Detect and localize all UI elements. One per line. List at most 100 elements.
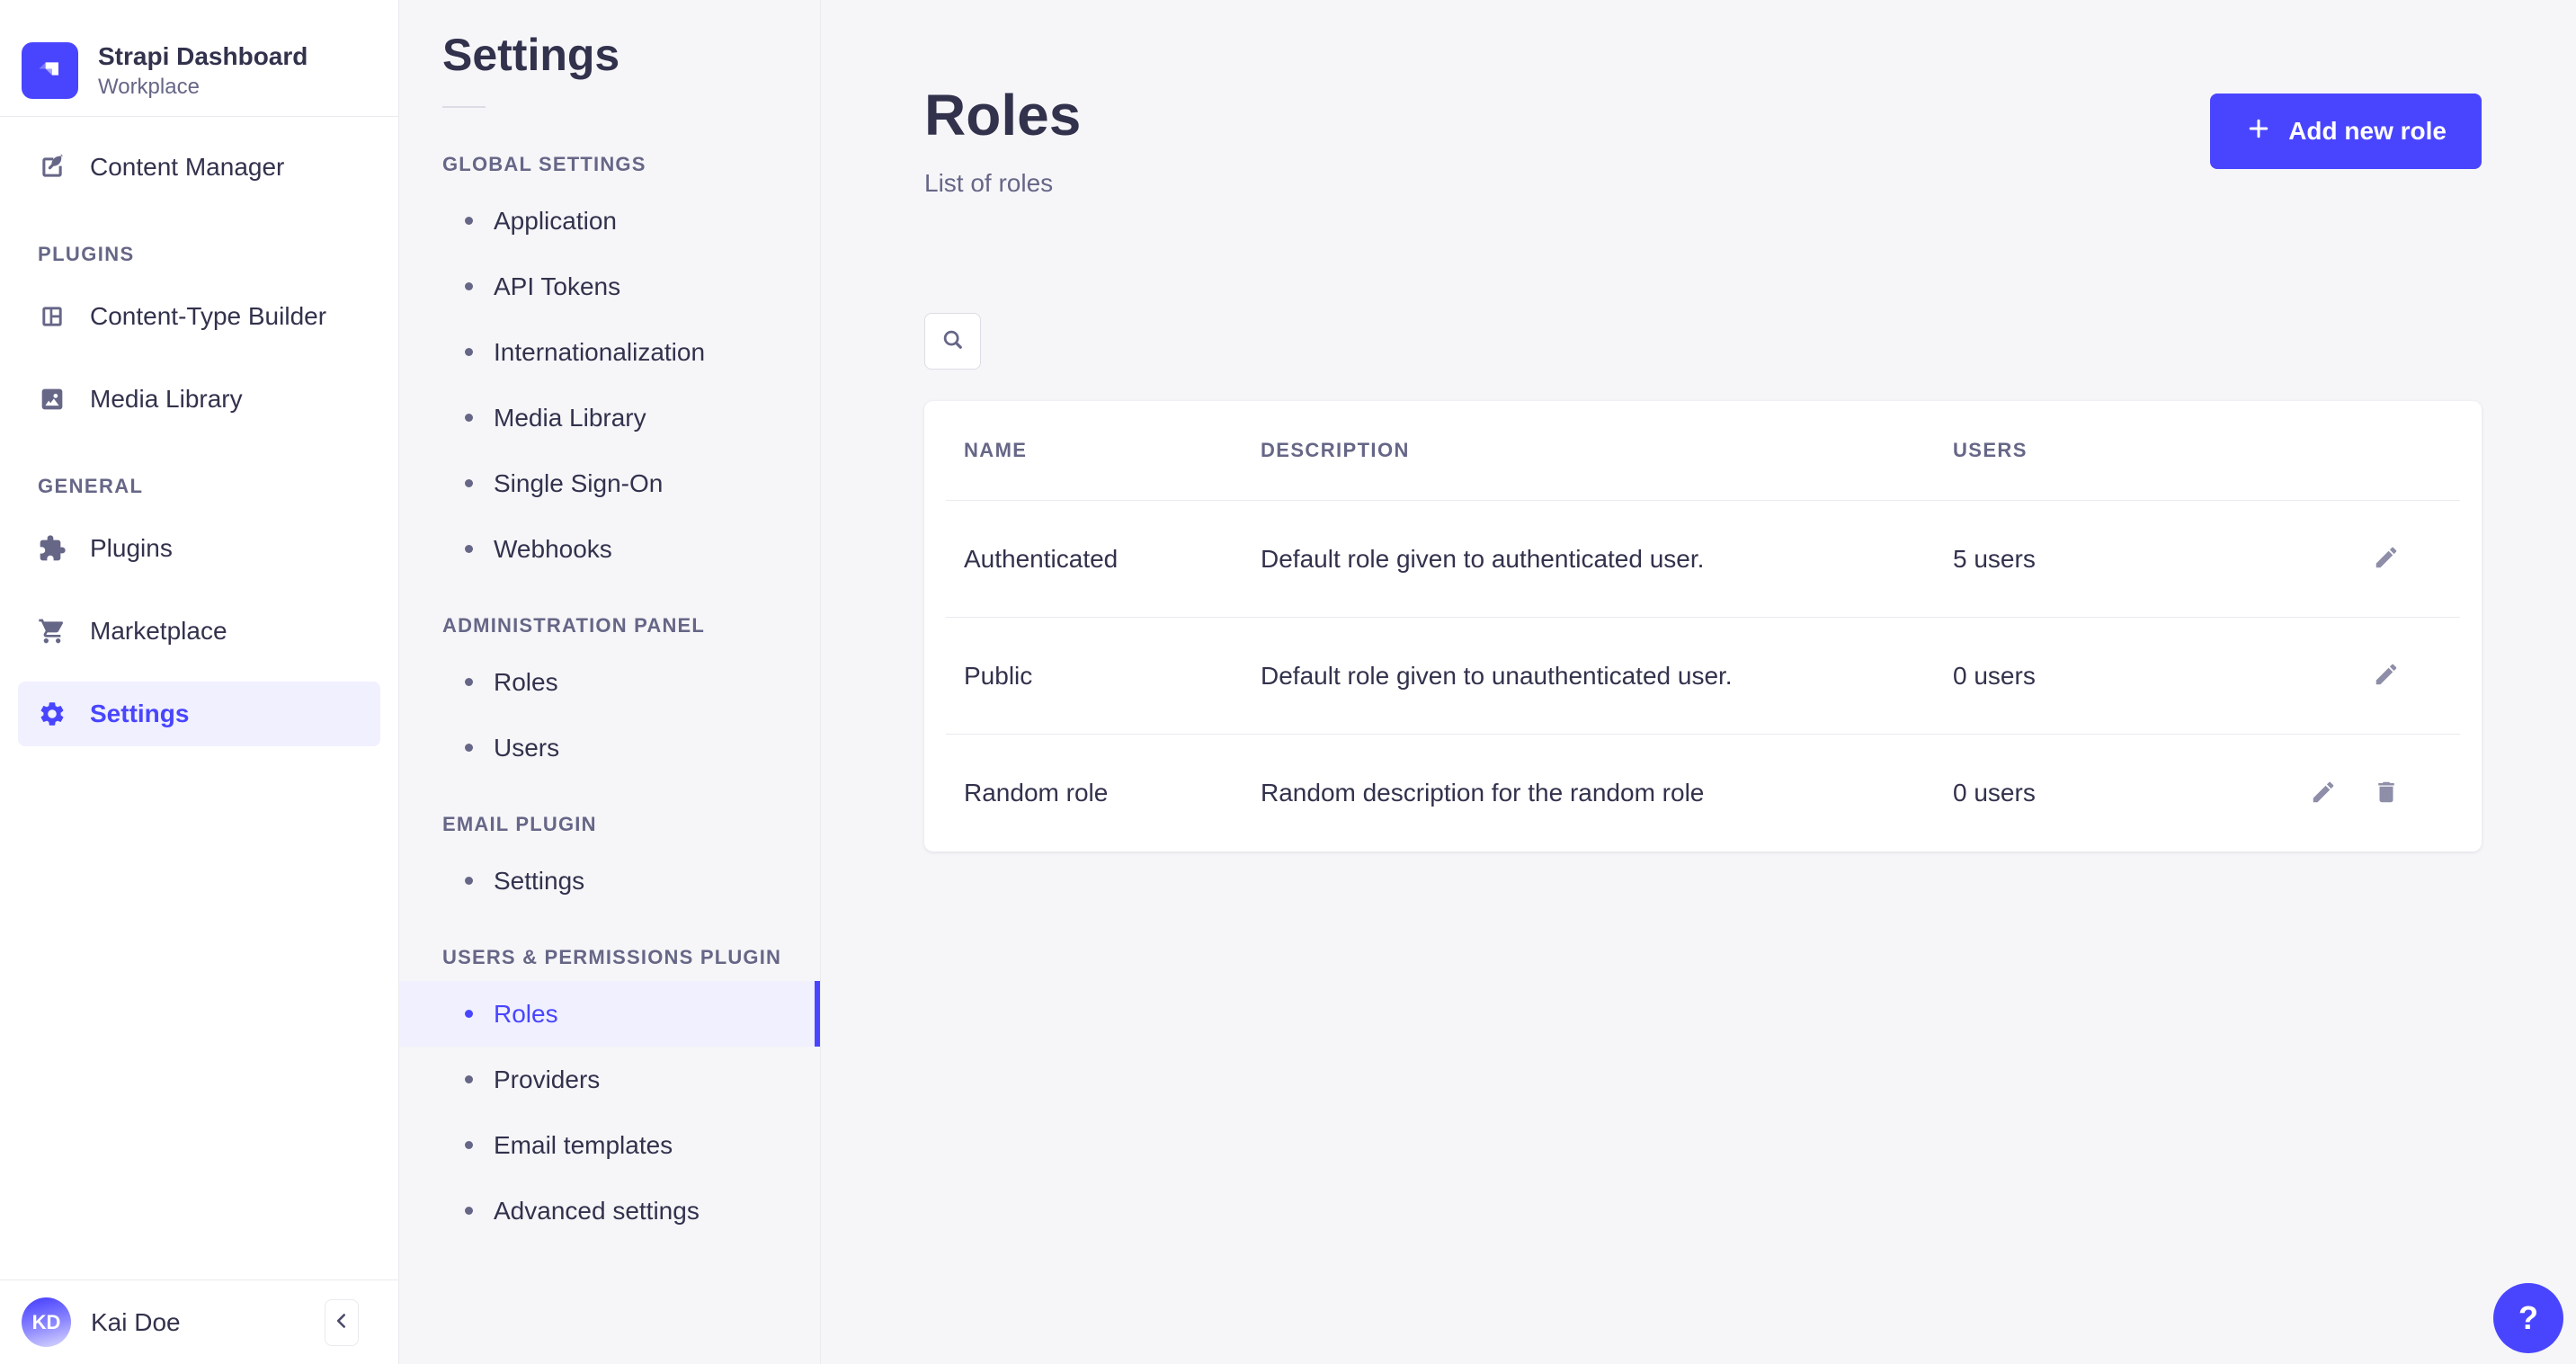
- main-sidebar: Strapi Dashboard Workplace Content Manag…: [0, 0, 399, 1364]
- gear-icon: [38, 700, 67, 728]
- subnav-section-users-permissions: USERS & PERMISSIONS PLUGIN Roles Provide…: [399, 946, 820, 1244]
- section-label-general: GENERAL: [38, 475, 380, 498]
- subnav-item-up-advanced-settings[interactable]: Advanced settings: [399, 1178, 820, 1244]
- pencil-icon: [2373, 661, 2400, 691]
- layout-grid-icon: [38, 302, 67, 331]
- subnav-section-label: EMAIL PLUGIN: [399, 813, 820, 836]
- pencil-icon: [2373, 544, 2400, 574]
- sidebar-item-content-type-builder[interactable]: Content-Type Builder: [18, 284, 380, 349]
- add-new-role-label: Add new role: [2288, 117, 2447, 146]
- sidebar-footer: KD Kai Doe: [0, 1279, 398, 1364]
- subnav-section-label: GLOBAL SETTINGS: [399, 153, 820, 176]
- subnav-item-up-email-templates[interactable]: Email templates: [399, 1112, 820, 1178]
- sidebar-item-content-manager[interactable]: Content Manager: [18, 135, 380, 200]
- add-new-role-button[interactable]: Add new role: [2210, 94, 2482, 169]
- sidebar-item-label: Content-Type Builder: [90, 302, 326, 331]
- user-name: Kai Doe: [91, 1308, 181, 1337]
- bullet-icon: [465, 348, 473, 356]
- content-area: Roles List of roles Add new role NAME DE…: [821, 0, 2576, 1364]
- role-name-cell: Random role: [964, 779, 1261, 807]
- column-header-description: DESCRIPTION: [1261, 439, 1953, 462]
- pen-square-icon: [38, 153, 67, 182]
- sidebar-item-plugins[interactable]: Plugins: [18, 516, 380, 581]
- subnav-item-api-tokens[interactable]: API Tokens: [399, 254, 820, 319]
- avatar[interactable]: KD: [22, 1297, 71, 1347]
- subnav-item-single-sign-on[interactable]: Single Sign-On: [399, 450, 820, 516]
- subnav-item-admin-users[interactable]: Users: [399, 715, 820, 780]
- sidebar-item-label: Settings: [90, 700, 189, 728]
- subnav-item-media-library[interactable]: Media Library: [399, 385, 820, 450]
- collapse-sidebar-button[interactable]: [325, 1299, 359, 1346]
- role-users-cell: 0 users: [1953, 662, 2253, 691]
- edit-role-button[interactable]: [2372, 545, 2401, 574]
- chevron-left-icon: [330, 1309, 353, 1335]
- workspace-subtitle: Workplace: [98, 75, 308, 100]
- bullet-icon: [465, 678, 473, 686]
- table-row-public[interactable]: Public Default role given to unauthentic…: [946, 618, 2460, 735]
- sidebar-item-marketplace[interactable]: Marketplace: [18, 599, 380, 664]
- subnav-item-up-providers[interactable]: Providers: [399, 1047, 820, 1112]
- bullet-icon: [465, 1075, 473, 1083]
- subnav-title-divider: [442, 106, 486, 108]
- subnav-section-email-plugin: EMAIL PLUGIN Settings: [399, 813, 820, 914]
- workspace-title: Strapi Dashboard: [98, 41, 308, 72]
- table-row-random-role[interactable]: Random role Random description for the r…: [946, 735, 2460, 851]
- subnav-item-up-roles[interactable]: Roles: [399, 981, 820, 1047]
- role-description-cell: Default role given to authenticated user…: [1261, 545, 1953, 574]
- table-header-row: NAME DESCRIPTION USERS: [946, 401, 2460, 501]
- page-title: Roles: [924, 86, 1081, 144]
- roles-table: NAME DESCRIPTION USERS Authenticated Def…: [924, 401, 2482, 851]
- puzzle-icon: [38, 534, 67, 563]
- sidebar-item-media-library[interactable]: Media Library: [18, 367, 380, 432]
- trash-icon: [2373, 779, 2400, 808]
- pencil-icon: [2310, 779, 2337, 808]
- role-name-cell: Authenticated: [964, 545, 1261, 574]
- image-icon: [38, 385, 67, 414]
- sidebar-item-settings[interactable]: Settings: [18, 682, 380, 746]
- plus-icon: [2245, 115, 2272, 148]
- subnav-item-admin-roles[interactable]: Roles: [399, 649, 820, 715]
- delete-role-button[interactable]: [2372, 779, 2401, 807]
- search-button[interactable]: [924, 313, 981, 370]
- bullet-icon: [465, 877, 473, 885]
- column-header-name: NAME: [964, 439, 1261, 462]
- subnav-section-global-settings: GLOBAL SETTINGS Application API Tokens I…: [399, 153, 820, 582]
- settings-subnav: Settings GLOBAL SETTINGS Application API…: [399, 0, 821, 1364]
- subnav-item-email-settings[interactable]: Settings: [399, 848, 820, 914]
- bullet-icon: [465, 217, 473, 225]
- role-name-cell: Public: [964, 662, 1261, 691]
- role-users-cell: 0 users: [1953, 779, 2253, 807]
- bullet-icon: [465, 479, 473, 487]
- search-icon: [940, 326, 967, 356]
- edit-role-button[interactable]: [2372, 662, 2401, 691]
- page-subtitle: List of roles: [924, 169, 1081, 198]
- bullet-icon: [465, 1010, 473, 1018]
- subnav-section-label: USERS & PERMISSIONS PLUGIN: [399, 946, 820, 969]
- subnav-section-administration-panel: ADMINISTRATION PANEL Roles Users: [399, 614, 820, 780]
- role-users-cell: 5 users: [1953, 545, 2253, 574]
- sidebar-item-label: Marketplace: [90, 617, 227, 646]
- shopping-cart-icon: [38, 617, 67, 646]
- edit-role-button[interactable]: [2309, 779, 2338, 807]
- bullet-icon: [465, 414, 473, 422]
- strapi-logo-icon: [22, 42, 78, 99]
- subnav-section-label: ADMINISTRATION PANEL: [399, 614, 820, 637]
- subnav-item-internationalization[interactable]: Internationalization: [399, 319, 820, 385]
- bullet-icon: [465, 545, 473, 553]
- page-header: Roles List of roles Add new role: [924, 86, 2482, 198]
- table-row-authenticated[interactable]: Authenticated Default role given to auth…: [946, 501, 2460, 618]
- role-description-cell: Default role given to unauthenticated us…: [1261, 662, 1953, 691]
- role-description-cell: Random description for the random role: [1261, 779, 1953, 807]
- subnav-item-webhooks[interactable]: Webhooks: [399, 516, 820, 582]
- bullet-icon: [465, 1141, 473, 1149]
- workspace-brand: Strapi Dashboard Workplace: [0, 0, 398, 116]
- sidebar-item-label: Content Manager: [90, 153, 284, 182]
- main-nav: Content Manager PLUGINS Content-Type Bui…: [0, 117, 398, 1279]
- help-button[interactable]: ?: [2493, 1283, 2563, 1353]
- bullet-icon: [465, 282, 473, 290]
- bullet-icon: [465, 744, 473, 752]
- subnav-item-application[interactable]: Application: [399, 188, 820, 254]
- column-header-users: USERS: [1953, 439, 2253, 462]
- bullet-icon: [465, 1207, 473, 1215]
- sidebar-item-label: Media Library: [90, 385, 243, 414]
